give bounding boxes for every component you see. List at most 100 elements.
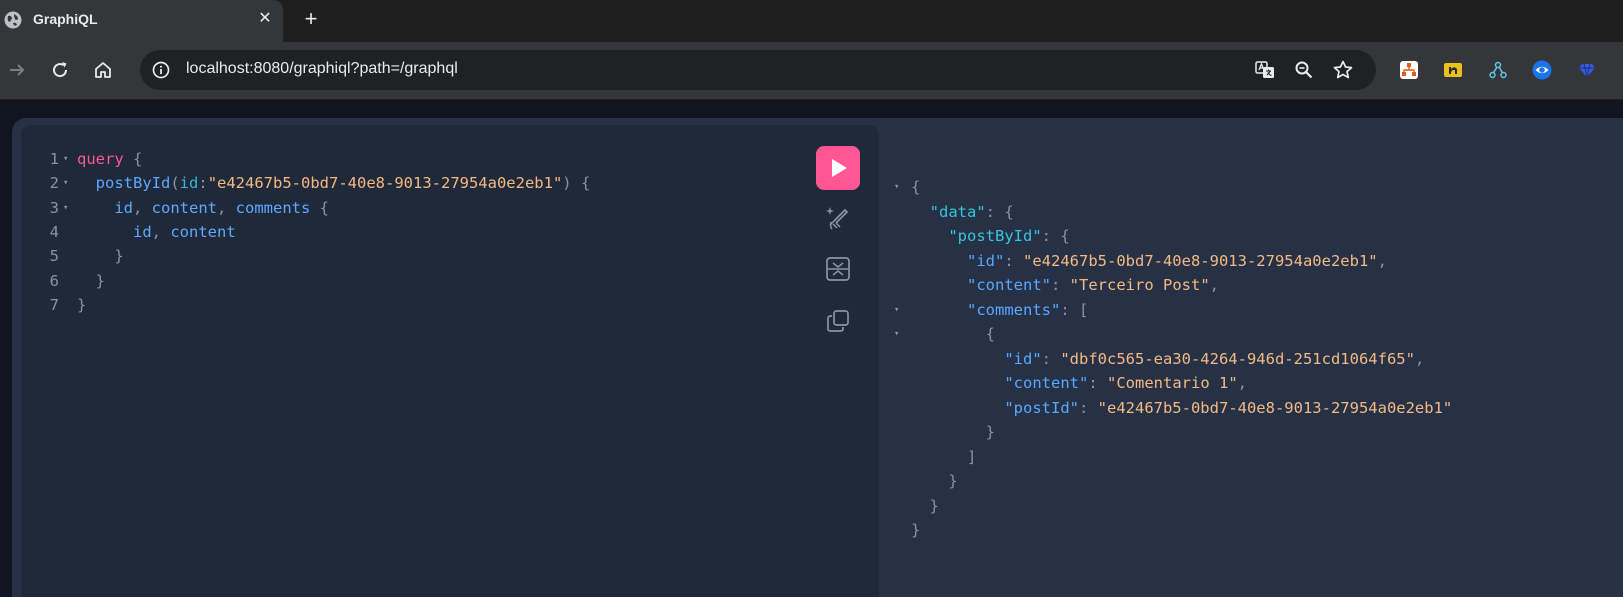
- result-line: "postById": {: [894, 224, 1614, 248]
- result-line: ▾{: [894, 175, 1614, 199]
- json-token: :: [1004, 251, 1023, 270]
- result-line: "id": "e42467b5-0bd7-40e8-9013-27954a0e2…: [894, 249, 1614, 273]
- json-token: }: [911, 472, 958, 490]
- prettify-icon[interactable]: [824, 203, 852, 231]
- zoom-icon[interactable]: [1293, 59, 1315, 81]
- code-token: comments: [235, 198, 311, 217]
- json-token: :: [1051, 276, 1070, 294]
- code-token: ) {: [562, 174, 591, 193]
- bookmark-star-icon[interactable]: [1332, 59, 1354, 81]
- json-token: "content": [1004, 374, 1089, 392]
- code-token: }: [77, 295, 87, 314]
- tab-strip: GraphiQL ✕ +: [0, 0, 1623, 42]
- reload-button[interactable]: [46, 56, 74, 84]
- json-token: ,: [1414, 349, 1425, 368]
- json-token: :: [1078, 398, 1098, 417]
- execute-icon: [832, 159, 847, 177]
- json-token: "content": [967, 276, 1051, 294]
- json-token: }: [911, 521, 921, 539]
- code-token: }: [77, 247, 124, 266]
- close-tab-icon[interactable]: ✕: [254, 8, 276, 30]
- fold-toggle-icon[interactable]: ▾: [63, 196, 68, 220]
- fold-toggle-icon[interactable]: ▾: [894, 298, 899, 322]
- code-token: :: [198, 174, 208, 193]
- result-line: ▾ "comments": [: [894, 298, 1614, 322]
- extension-orgchart-icon[interactable]: [1399, 60, 1419, 80]
- json-token: "postId": [1004, 398, 1079, 417]
- query-line: 7}: [21, 293, 781, 317]
- line-number: 7: [49, 295, 59, 314]
- json-token: "id": [1004, 349, 1042, 368]
- line-number: 6: [49, 271, 59, 290]
- json-token: "e42467b5-0bd7-40e8-9013-27954a0e2eb1": [1097, 398, 1453, 417]
- json-token: {: [911, 178, 921, 196]
- json-token: : {: [985, 202, 1014, 221]
- json-token: }: [911, 423, 995, 441]
- result-line: ]: [894, 445, 1614, 469]
- home-button[interactable]: [89, 56, 117, 84]
- merge-fragments-icon[interactable]: [824, 255, 852, 283]
- json-token: "id": [967, 251, 1005, 270]
- code-token: content: [170, 222, 236, 241]
- fold-toggle-icon[interactable]: ▾: [894, 322, 899, 346]
- code-token: postById: [95, 174, 171, 193]
- json-token: : {: [1041, 227, 1070, 245]
- json-token: }: [911, 496, 939, 515]
- fold-toggle-icon[interactable]: ▾: [63, 147, 68, 171]
- translate-icon[interactable]: [1254, 59, 1276, 81]
- json-token: :: [1088, 374, 1107, 392]
- result-line: }: [894, 420, 1614, 444]
- result-line: }: [894, 469, 1614, 493]
- fold-toggle-icon[interactable]: ▾: [63, 171, 68, 195]
- address-bar[interactable]: localhost:8080/graphiql?path=/graphql: [140, 50, 1376, 90]
- result-line: }: [894, 518, 1614, 542]
- new-tab-button[interactable]: +: [298, 7, 324, 33]
- code-token: ,: [217, 198, 236, 217]
- fold-toggle-icon[interactable]: ▾: [894, 175, 899, 199]
- extension-eye-icon[interactable]: [1532, 60, 1552, 80]
- info-icon[interactable]: [151, 60, 171, 80]
- result-line: ▾ {: [894, 322, 1614, 346]
- result-line: "id": "dbf0c565-ea30-4264-946d-251cd1064…: [894, 347, 1614, 371]
- json-token: "postById": [948, 227, 1042, 245]
- code-token: id: [133, 222, 152, 241]
- code-token: content: [151, 198, 217, 217]
- copy-icon[interactable]: [824, 307, 852, 335]
- json-token: "comments": [967, 300, 1061, 319]
- line-number: 2: [49, 174, 59, 193]
- json-token: ,: [1377, 251, 1387, 270]
- line-number: 3: [49, 198, 59, 217]
- extension-diamond-icon[interactable]: [1577, 60, 1597, 80]
- result-viewer[interactable]: ▾{ "data": { "postById": { "id": "e42467…: [894, 175, 1614, 575]
- arrow-right-icon: [10, 64, 25, 76]
- tab-graphiql[interactable]: GraphiQL ✕: [0, 0, 283, 42]
- result-line: "content": "Comentario 1",: [894, 371, 1614, 395]
- query-line: 2 ▾ postById(id:"e42467b5-0bd7-40e8-9013-…: [21, 171, 781, 195]
- extension-n-icon[interactable]: [1443, 60, 1463, 80]
- line-number: 4: [49, 222, 59, 241]
- line-number: 1: [49, 150, 59, 168]
- result-line: }: [894, 494, 1614, 518]
- url-text[interactable]: localhost:8080/graphiql?path=/graphql: [186, 60, 458, 78]
- code-token: {: [123, 150, 143, 168]
- globe-icon: [4, 11, 22, 29]
- query-editor[interactable]: 1 ▾ query {2 ▾ postById(id:"e42467b5-0bd7-4…: [21, 125, 879, 597]
- code-token: query: [77, 150, 124, 168]
- query-line: 6 }: [21, 269, 781, 293]
- json-token: "e42467b5-0bd7-40e8-9013-27954a0e2eb1": [1023, 251, 1378, 270]
- forward-button[interactable]: [3, 56, 31, 84]
- json-token: "dbf0c565-ea30-4264-946d-251cd1064f65": [1060, 349, 1415, 368]
- code-token: ,: [133, 198, 152, 217]
- browser-toolbar: localhost:8080/graphiql?path=/graphql: [0, 42, 1623, 100]
- execute-query-button[interactable]: [816, 146, 860, 190]
- extension-graph-icon[interactable]: [1488, 60, 1508, 80]
